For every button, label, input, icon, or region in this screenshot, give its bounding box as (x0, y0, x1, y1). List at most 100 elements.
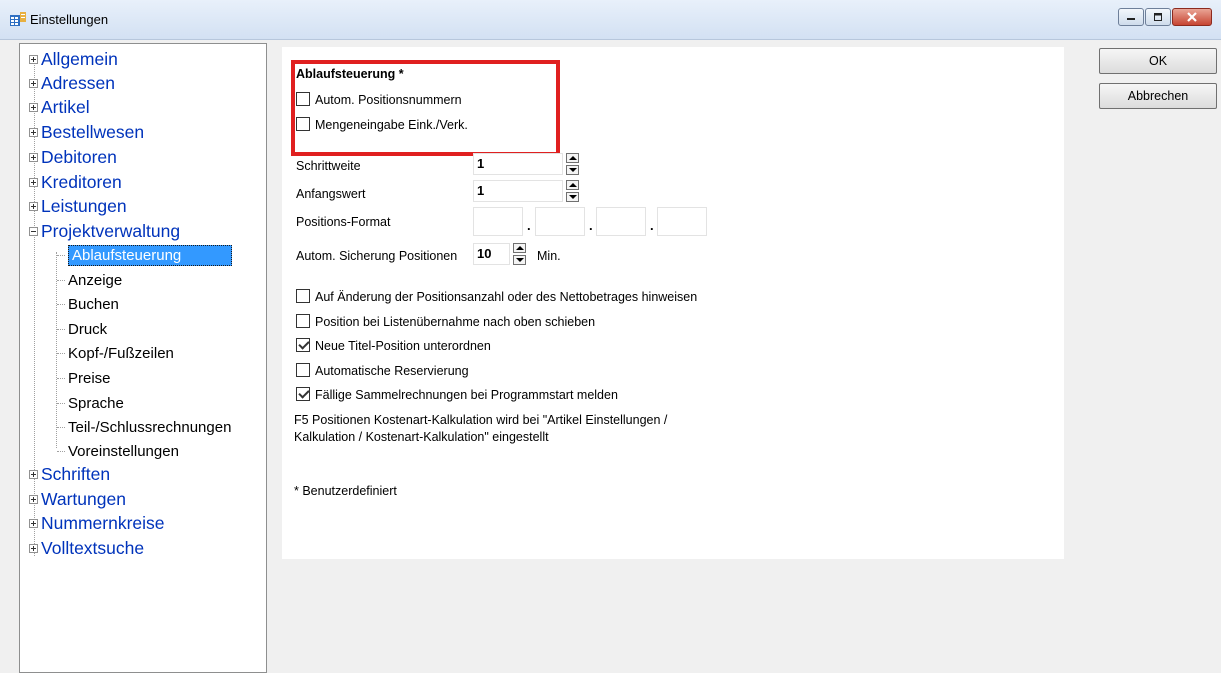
collapse-icon[interactable] (29, 226, 38, 236)
anfangswert-label: Anfangswert (296, 187, 366, 201)
option-label-sammelrechnungen: Fällige Sammelrechnungen bei Programmsta… (315, 388, 618, 402)
expand-icon[interactable] (29, 469, 38, 479)
tree-item-leistungen[interactable]: Leistungen (29, 194, 127, 218)
tree-item-label: Wartungen (41, 488, 126, 509)
schrittweite-spinner[interactable] (566, 153, 579, 175)
anfangswert-input[interactable]: 1 (473, 180, 563, 202)
tree-subitem-label: Ablaufsteuerung (68, 244, 233, 266)
title-bar: Einstellungen (0, 0, 1221, 40)
settings-tree[interactable]: Allgemein Adressen Artikel Bestellwesen … (19, 43, 267, 673)
tree-item-label: Nummernkreise (41, 512, 165, 533)
tree-item-debitoren[interactable]: Debitoren (29, 145, 117, 169)
auto-positionsnummern-label: Autom. Positionsnummern (315, 93, 462, 107)
tree-item-adressen[interactable]: Adressen (29, 71, 115, 95)
tree-subitem-kopf-fusszeilen[interactable]: Kopf-/Fußzeilen (57, 341, 174, 365)
expand-icon[interactable] (29, 54, 38, 64)
tree-subitem-voreinstellungen[interactable]: Voreinstellungen (57, 439, 179, 463)
tree-subitem-label: Voreinstellungen (68, 442, 179, 460)
footnote: * Benutzerdefiniert (294, 484, 397, 498)
sicherung-unit: Min. (537, 249, 561, 263)
expand-icon[interactable] (29, 102, 38, 112)
option-label-aenderung: Auf Änderung der Positionsanzahl oder de… (315, 290, 698, 304)
tree-item-label: Adressen (41, 72, 115, 93)
option-checkbox-listenuebernahme[interactable] (296, 314, 310, 328)
sicherung-label: Autom. Sicherung Positionen (296, 249, 458, 263)
app-icon (10, 12, 26, 26)
ok-button[interactable]: OK (1099, 48, 1217, 74)
section-heading: Ablaufsteuerung * (296, 67, 404, 81)
tree-subitem-druck[interactable]: Druck (57, 317, 107, 341)
positions-format-segment-1[interactable] (473, 207, 523, 236)
close-icon (1187, 12, 1197, 22)
tree-subitem-label: Preise (68, 369, 111, 387)
expand-icon[interactable] (29, 518, 38, 528)
expand-icon[interactable] (29, 177, 38, 187)
tree-item-label: Bestellwesen (41, 121, 145, 142)
maximize-icon (1154, 13, 1162, 21)
tree-item-bestellwesen[interactable]: Bestellwesen (29, 120, 144, 144)
schrittweite-label: Schrittweite (296, 159, 361, 173)
mengeneingabe-checkbox[interactable] (296, 117, 310, 131)
tree-item-label: Projektverwaltung (41, 220, 181, 241)
option-checkbox-reservierung[interactable] (296, 363, 310, 377)
tree-subitem-anzeige[interactable]: Anzeige (57, 268, 122, 292)
expand-icon[interactable] (29, 201, 38, 211)
tree-subitem-buchen[interactable]: Buchen (57, 292, 119, 316)
expand-icon[interactable] (29, 543, 38, 553)
option-label-listenuebernahme: Position bei Listenübernahme nach oben s… (315, 315, 596, 329)
sicherung-input[interactable]: 10 (473, 243, 510, 265)
window-title: Einstellungen (30, 12, 109, 27)
tree-item-schriften[interactable]: Schriften (29, 462, 110, 486)
tree-subitem-sprache[interactable]: Sprache (57, 391, 124, 415)
option-checkbox-titel-position[interactable] (296, 338, 310, 352)
tree-item-label: Schriften (41, 463, 111, 484)
tree-subitem-label: Anzeige (68, 271, 123, 289)
info-text-line-2: Kalkulation / Kostenart-Kalkulation" ein… (294, 430, 549, 444)
minimize-icon (1127, 18, 1135, 20)
sicherung-spinner[interactable] (513, 243, 526, 265)
tree-item-allgemein[interactable]: Allgemein (29, 47, 118, 71)
anfangswert-spinner[interactable] (566, 180, 579, 202)
tree-subitem-teil-schlussrechnungen[interactable]: Teil-/Schlussrechnungen (57, 415, 231, 439)
expand-icon[interactable] (29, 152, 38, 162)
tree-subitem-label: Kopf-/Fußzeilen (68, 344, 174, 362)
cancel-button[interactable]: Abbrechen (1099, 83, 1217, 109)
positions-format-label: Positions-Format (296, 215, 391, 229)
maximize-button[interactable] (1145, 8, 1171, 26)
tree-item-kreditoren[interactable]: Kreditoren (29, 170, 122, 194)
minimize-button[interactable] (1118, 8, 1144, 26)
schrittweite-input[interactable]: 1 (473, 153, 563, 175)
option-checkbox-sammelrechnungen[interactable] (296, 387, 310, 401)
tree-item-wartungen[interactable]: Wartungen (29, 487, 126, 511)
tree-item-label: Volltextsuche (41, 537, 145, 558)
positions-format-segment-3[interactable] (596, 207, 646, 236)
tree-subitem-ablaufsteuerung[interactable]: Ablaufsteuerung (57, 243, 233, 267)
settings-panel: Ablaufsteuerung * Autom. Positionsnummer… (282, 47, 1064, 559)
tree-subitem-label: Sprache (68, 394, 124, 412)
option-label-reservierung: Automatische Reservierung (315, 364, 469, 378)
mengeneingabe-label: Mengeneingabe Eink./Verk. (315, 118, 468, 132)
expand-icon[interactable] (29, 127, 38, 137)
expand-icon[interactable] (29, 78, 38, 88)
tree-item-label: Artikel (41, 96, 90, 117)
positions-format-segment-2[interactable] (535, 207, 585, 236)
info-text-line-1: F5 Positionen Kostenart-Kalkulation wird… (294, 413, 668, 427)
tree-subitem-label: Druck (68, 320, 108, 338)
tree-item-volltextsuche[interactable]: Volltextsuche (29, 536, 144, 560)
option-label-titel-position: Neue Titel-Position unterordnen (315, 339, 491, 353)
tree-item-label: Allgemein (41, 48, 118, 69)
tree-subitem-label: Buchen (68, 295, 119, 313)
tree-item-projektverwaltung[interactable]: Projektverwaltung (29, 219, 180, 243)
tree-subitem-label: Teil-/Schlussrechnungen (68, 418, 232, 436)
tree-item-label: Debitoren (41, 146, 117, 167)
tree-subitem-preise[interactable]: Preise (57, 366, 111, 390)
positions-format-segment-4[interactable] (657, 207, 707, 236)
tree-item-label: Kreditoren (41, 171, 122, 192)
close-button[interactable] (1172, 8, 1212, 26)
tree-item-label: Leistungen (41, 195, 127, 216)
tree-item-nummernkreise[interactable]: Nummernkreise (29, 511, 165, 535)
option-checkbox-aenderung[interactable] (296, 289, 310, 303)
expand-icon[interactable] (29, 494, 38, 504)
auto-positionsnummern-checkbox[interactable] (296, 92, 310, 106)
tree-item-artikel[interactable]: Artikel (29, 95, 90, 119)
